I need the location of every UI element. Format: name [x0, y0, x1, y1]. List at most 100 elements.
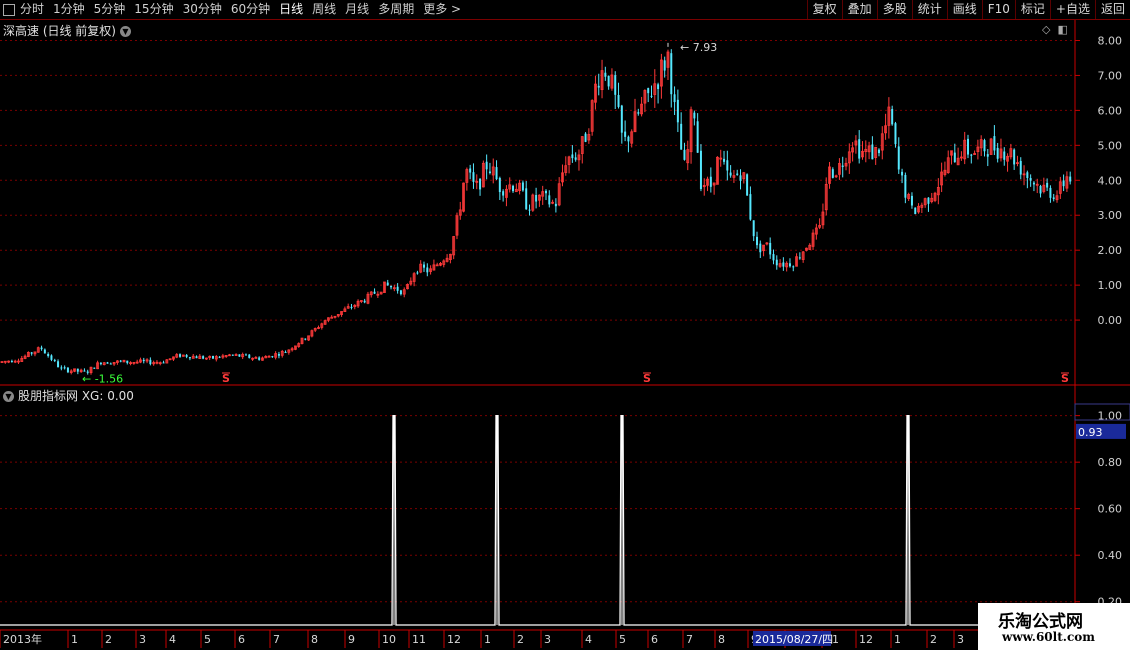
candle-body [149, 359, 152, 364]
x-tick-label: 2 [517, 633, 524, 646]
candle-body [841, 165, 844, 167]
candle-body [271, 356, 274, 358]
candle-body [699, 150, 702, 190]
candle-body [195, 356, 198, 359]
candle-body [396, 286, 399, 291]
x-tick-label: 9 [348, 633, 355, 646]
candle-body [831, 169, 834, 178]
candle-body [426, 267, 429, 273]
candle-body [670, 53, 673, 95]
candle-body [106, 362, 109, 364]
x-tick-label: 6 [651, 633, 658, 646]
candle-body [858, 139, 861, 159]
candle-body [238, 354, 241, 357]
candle-body [83, 370, 86, 372]
candle-body [683, 149, 686, 160]
candle-body [258, 357, 261, 360]
price-tick-label: 1.00 [1098, 279, 1123, 292]
candle-body [676, 99, 679, 123]
candle-body [304, 338, 307, 340]
candle-body [1062, 180, 1065, 187]
candle-body [525, 188, 528, 210]
candle-body [614, 75, 617, 95]
price-max-label: ← 7.93 [680, 41, 717, 54]
price-min-label: ← -1.56 [82, 373, 123, 386]
candle-body [390, 285, 393, 288]
candle-body [798, 257, 801, 259]
x-tick-label: 10 [382, 633, 396, 646]
x-tick-label: 7 [686, 633, 693, 646]
candle-body [657, 84, 660, 90]
candle-body [472, 172, 475, 182]
candle-body [284, 351, 287, 353]
candle-body [63, 367, 66, 369]
candle-body [772, 254, 775, 261]
candle-body [142, 359, 145, 362]
candle-body [126, 360, 129, 363]
candle-body [775, 259, 778, 266]
candle-body [782, 262, 785, 267]
x-tick-label: 2 [105, 633, 112, 646]
candle-body [528, 209, 531, 211]
candle-body [218, 356, 221, 358]
candle-body [57, 361, 60, 368]
candle-body [469, 168, 472, 173]
candle-body [544, 190, 547, 194]
candle-body [620, 105, 623, 133]
candle-body [574, 157, 577, 160]
candle-body [617, 94, 620, 107]
x-tick-label: 2013年 [3, 632, 42, 646]
candle-body [571, 154, 574, 159]
candle-body [1032, 182, 1035, 185]
candle-body [904, 174, 907, 198]
candle-body [914, 207, 917, 215]
candle-body [584, 133, 587, 142]
candle-body [554, 203, 557, 207]
x-tick-label: 1 [894, 633, 901, 646]
candle-body [47, 353, 50, 357]
candle-body [416, 272, 419, 274]
candle-body [53, 359, 56, 361]
candle-body [986, 154, 989, 157]
candle-body [970, 154, 973, 156]
candle-body [769, 242, 772, 255]
candle-body [693, 112, 696, 119]
candle-body [1069, 176, 1072, 182]
x-tick-label: 12 [447, 633, 461, 646]
candle-body [76, 368, 79, 372]
candle-body [40, 347, 43, 350]
candle-body [479, 178, 482, 190]
candle-body [212, 355, 215, 359]
x-tick-label: 11 [412, 633, 426, 646]
candle-body [248, 354, 251, 358]
candle-body [993, 136, 996, 151]
x-tick-label: 8 [311, 633, 318, 646]
candle-body [726, 160, 729, 171]
chart-canvas[interactable]: 8.00 7.00 6.00 5.00 4.00 3.00 2.00 1.00 0.00 1.00… [0, 0, 1130, 650]
candle-body [967, 138, 970, 155]
candle-body [277, 354, 280, 356]
candle-body [202, 356, 205, 359]
candle-body [624, 131, 627, 137]
candle-body [1052, 197, 1055, 199]
candle-body [647, 88, 650, 94]
candle-body [607, 75, 610, 87]
ind-tick-label: 0.40 [1098, 549, 1123, 562]
candle-body [696, 121, 699, 153]
candle-body [109, 363, 112, 365]
candle-body [162, 362, 165, 364]
watermark-line2: www.60lt.com [1002, 630, 1095, 644]
candle-body [93, 367, 96, 369]
candle-body [548, 195, 551, 205]
candle-body [188, 357, 191, 359]
candle-body [231, 354, 234, 356]
cursor-date-label: 2015/08/27/四 [755, 633, 833, 646]
x-tick-label: 3 [139, 633, 146, 646]
candle-body [627, 136, 630, 142]
x-tick-label: 5 [619, 633, 626, 646]
candle-body [488, 171, 491, 174]
x-tick-label: 5 [204, 633, 211, 646]
candle-body [495, 167, 498, 180]
candle-body [673, 94, 676, 103]
candle-body [386, 282, 389, 286]
